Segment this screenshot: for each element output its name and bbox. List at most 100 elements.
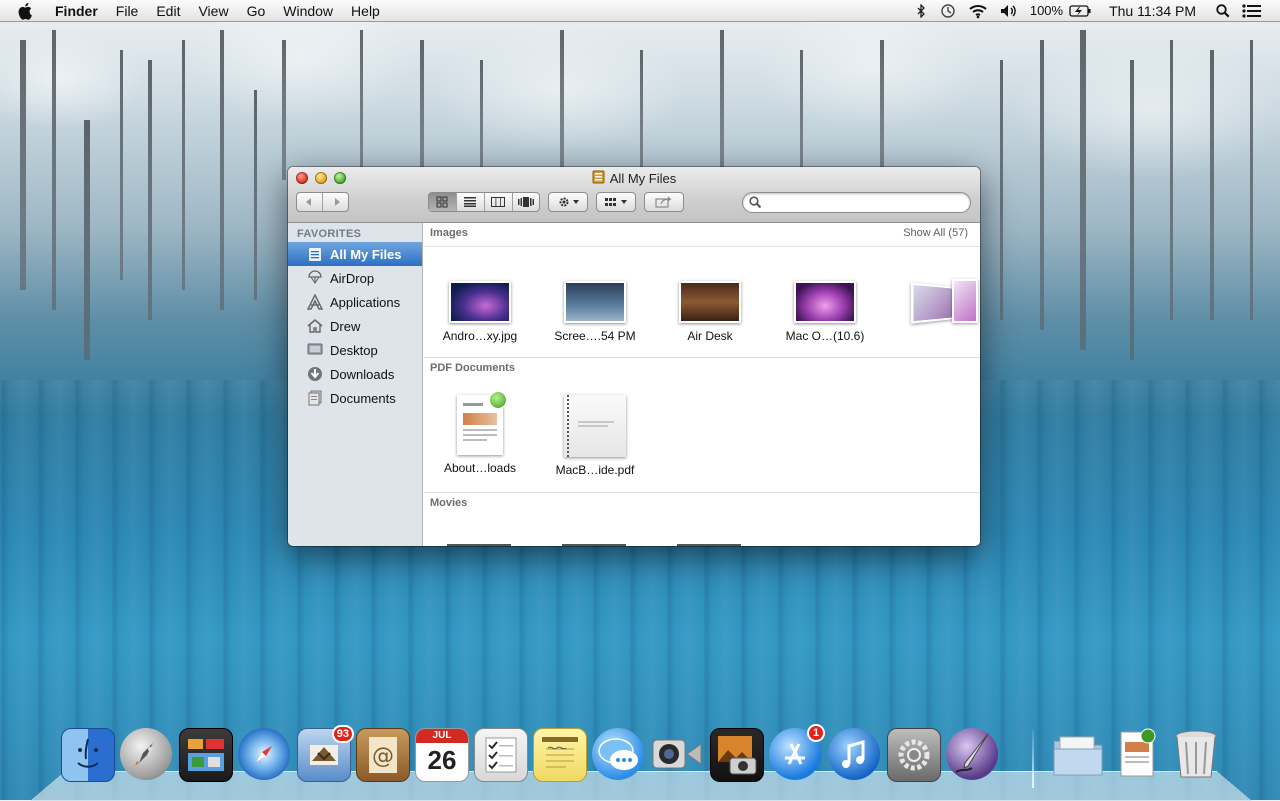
back-button[interactable] <box>295 193 323 211</box>
dock-contacts[interactable]: @ <box>356 728 410 782</box>
dock-trash[interactable] <box>1170 728 1222 780</box>
file-item-stack-preview[interactable] <box>911 277 980 324</box>
volume-icon[interactable] <box>1000 4 1018 18</box>
sidebar-item-airdrop[interactable]: AirDrop <box>288 266 422 290</box>
movie-thumbnail[interactable] <box>677 542 741 546</box>
photo-booth-icon <box>718 736 757 775</box>
window-title-icon <box>592 170 605 187</box>
dock-messages[interactable] <box>592 728 644 780</box>
menubar-clock[interactable]: Thu 11:34 PM <box>1109 3 1196 19</box>
dock-app-store[interactable]: 1 <box>769 724 825 780</box>
launchpad-icon <box>135 743 153 766</box>
share-button[interactable] <box>644 192 684 212</box>
file-item-mac-os[interactable]: Mac O…(10.6) <box>775 281 875 343</box>
section-header-movies: Movies <box>424 493 980 516</box>
view-mode-control <box>428 192 540 212</box>
bluetooth-icon[interactable] <box>914 3 928 18</box>
menu-window[interactable]: Window <box>274 0 342 22</box>
app-store-badge: 1 <box>807 724 825 742</box>
documents-icon <box>306 390 324 406</box>
file-item-macbook-guide[interactable]: MacB…ide.pdf <box>545 395 645 477</box>
action-menu-button[interactable] <box>548 192 588 212</box>
movie-thumbnail[interactable] <box>447 542 511 546</box>
file-name: Mac O…(10.6) <box>785 329 865 343</box>
notes-icon <box>542 737 578 768</box>
icon-view-button[interactable] <box>428 193 457 211</box>
file-item-air-desk[interactable]: Air Desk <box>660 281 760 343</box>
finder-window: All My Files FAVORITES All My Files AirD… <box>288 167 980 546</box>
home-icon <box>306 318 324 334</box>
section-header-pdf: PDF Documents <box>424 358 980 381</box>
dock-mission-control[interactable] <box>179 728 233 782</box>
dock-safari[interactable] <box>238 728 290 780</box>
sidebar-item-desktop[interactable]: Desktop <box>288 338 422 362</box>
arrange-menu-button[interactable] <box>596 192 636 212</box>
section-header-images: Images Show All (57) <box>424 223 980 247</box>
show-all-link[interactable]: Show All (57) <box>903 227 968 239</box>
menu-help[interactable]: Help <box>342 0 389 22</box>
menu-edit[interactable]: Edit <box>147 0 189 22</box>
notification-center-icon[interactable] <box>1242 3 1262 18</box>
sidebar-item-applications[interactable]: Applications <box>288 290 422 314</box>
dock-mail[interactable]: 93 <box>297 725 354 782</box>
mission-control-icon <box>188 739 224 771</box>
app-menu-finder[interactable]: Finder <box>46 0 107 22</box>
dock-script-editor[interactable] <box>946 728 998 780</box>
cover-flow-button[interactable] <box>513 193 540 211</box>
dock-system-preferences[interactable] <box>887 728 941 782</box>
file-item-screenshot[interactable]: Scree….54 PM <box>545 281 645 343</box>
file-name: Air Desk <box>687 329 733 343</box>
app-store-icon <box>785 743 805 765</box>
sidebar-item-all-my-files[interactable]: All My Files <box>288 242 422 266</box>
dock-downloads-stack[interactable] <box>1111 728 1163 780</box>
spotlight-icon[interactable] <box>1216 3 1230 18</box>
image-thumbnail <box>679 281 741 323</box>
menu-go[interactable]: Go <box>238 0 275 22</box>
column-view-button[interactable] <box>485 193 513 211</box>
dock-applications-stack[interactable] <box>1052 728 1104 780</box>
dock-notes[interactable] <box>533 728 587 782</box>
dock-divider <box>1032 730 1034 788</box>
movie-thumbnail[interactable] <box>562 542 626 546</box>
wifi-icon[interactable] <box>968 3 988 19</box>
sidebar-item-home[interactable]: Drew <box>288 314 422 338</box>
forward-button[interactable] <box>323 193 350 211</box>
file-item-about-downloads[interactable]: About…loads <box>430 391 530 475</box>
sidebar-item-downloads[interactable]: Downloads <box>288 362 422 386</box>
file-item-android-wallpaper[interactable]: Andro…xy.jpg <box>430 281 530 343</box>
dock-itunes[interactable] <box>828 728 880 780</box>
search-field[interactable] <box>742 192 971 213</box>
dock-photo-booth[interactable] <box>710 728 764 782</box>
file-name: About…loads <box>443 461 517 475</box>
list-view-button[interactable] <box>457 193 485 211</box>
dock-launchpad[interactable] <box>120 728 172 780</box>
window-title: All My Files <box>609 171 677 186</box>
battery-percent[interactable]: 100% <box>1030 3 1063 18</box>
menu-view[interactable]: View <box>189 0 237 22</box>
facetime-icon <box>652 739 702 769</box>
file-name: Scree….54 PM <box>554 329 636 343</box>
back-forward-control <box>296 192 349 212</box>
battery-icon[interactable] <box>1069 4 1091 17</box>
desktop-icon <box>306 342 324 358</box>
finder-icon <box>77 738 99 768</box>
messages-icon <box>598 738 638 770</box>
dock-reminders[interactable] <box>474 728 528 782</box>
mail-badge: 93 <box>331 725 354 743</box>
sidebar-heading-favorites: FAVORITES <box>297 228 362 240</box>
window-titlebar[interactable]: All My Files <box>288 167 980 223</box>
folder-stack-icon <box>1053 736 1103 776</box>
menu-file[interactable]: File <box>107 0 148 22</box>
sidebar-item-label: Desktop <box>330 342 378 358</box>
downloads-stack-icon <box>1120 728 1156 777</box>
section-title-images: Images <box>430 227 468 239</box>
dock-calendar[interactable]: JUL 26 <box>415 728 469 782</box>
apple-menu-icon[interactable] <box>18 2 36 20</box>
file-name: MacB…ide.pdf <box>555 463 635 477</box>
time-machine-icon[interactable] <box>940 3 956 19</box>
dock-finder[interactable] <box>61 728 115 782</box>
arrange-grid-icon <box>605 198 627 206</box>
dock-facetime[interactable] <box>651 728 703 780</box>
sidebar-item-label: All My Files <box>330 246 402 262</box>
sidebar-item-documents[interactable]: Documents <box>288 386 422 410</box>
